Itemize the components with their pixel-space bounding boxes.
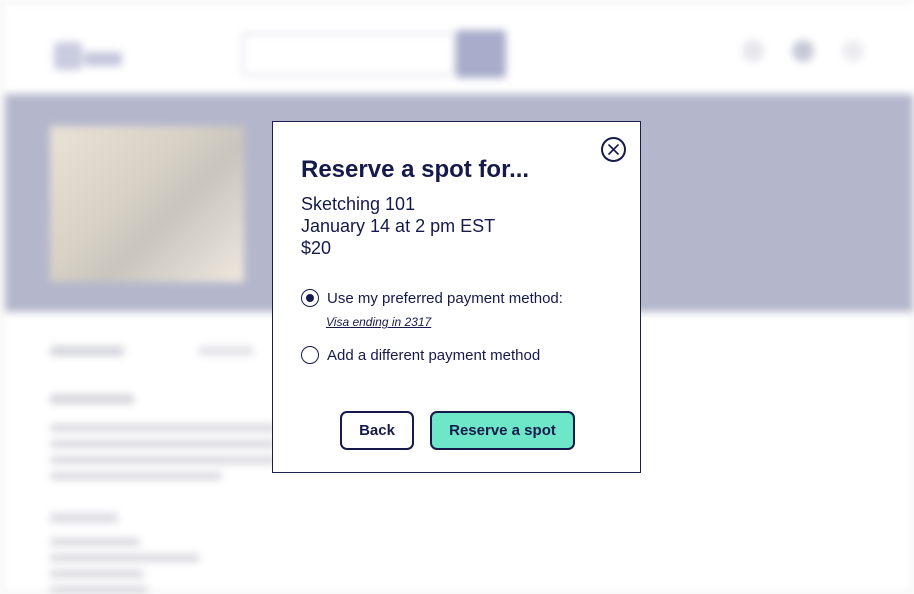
cart-icon[interactable] xyxy=(842,40,864,62)
logo-wordmark xyxy=(84,52,122,66)
modal-title: Reserve a spot for... xyxy=(301,156,530,183)
user-icon[interactable] xyxy=(792,40,814,62)
logo-mark xyxy=(54,42,82,70)
close-icon xyxy=(608,144,619,155)
preferred-card-link[interactable]: Visa ending in 2317 xyxy=(326,315,431,329)
tab-class-details[interactable] xyxy=(50,346,124,356)
radio-preferred-label: Use my preferred payment method: xyxy=(327,289,563,307)
radio-button-selected[interactable] xyxy=(301,289,319,307)
search-icon[interactable] xyxy=(742,40,764,62)
search-input[interactable] xyxy=(242,32,456,76)
summary-text-line xyxy=(50,472,222,480)
search-button[interactable] xyxy=(456,30,506,78)
site-header xyxy=(2,2,914,94)
summary-text-line xyxy=(50,440,276,448)
summary-heading xyxy=(50,394,134,404)
summary-text-line xyxy=(50,456,276,464)
radio-different-label: Add a different payment method xyxy=(327,346,541,364)
materials-item xyxy=(50,570,144,578)
close-button[interactable] xyxy=(601,137,626,162)
materials-item xyxy=(50,538,140,546)
materials-item xyxy=(50,554,200,562)
materials-item xyxy=(50,586,148,594)
site-logo xyxy=(54,38,124,72)
radio-button-unselected[interactable] xyxy=(301,346,319,364)
reserve-modal: Reserve a spot for... Sketching 101 Janu… xyxy=(272,121,641,473)
back-button[interactable]: Back xyxy=(340,411,414,450)
radio-dot xyxy=(306,294,314,302)
class-datetime: January 14 at 2 pm EST xyxy=(301,216,496,236)
tab-reviews[interactable] xyxy=(198,346,254,356)
summary-text-line xyxy=(50,424,276,432)
class-name: Sketching 101 xyxy=(301,194,416,214)
materials-heading xyxy=(50,513,118,523)
reserve-spot-button[interactable]: Reserve a spot xyxy=(430,411,575,450)
radio-preferred-payment[interactable]: Use my preferred payment method: xyxy=(301,289,563,307)
class-price: $20 xyxy=(301,238,332,258)
class-image xyxy=(50,126,244,282)
radio-different-payment[interactable]: Add a different payment method xyxy=(301,346,540,364)
